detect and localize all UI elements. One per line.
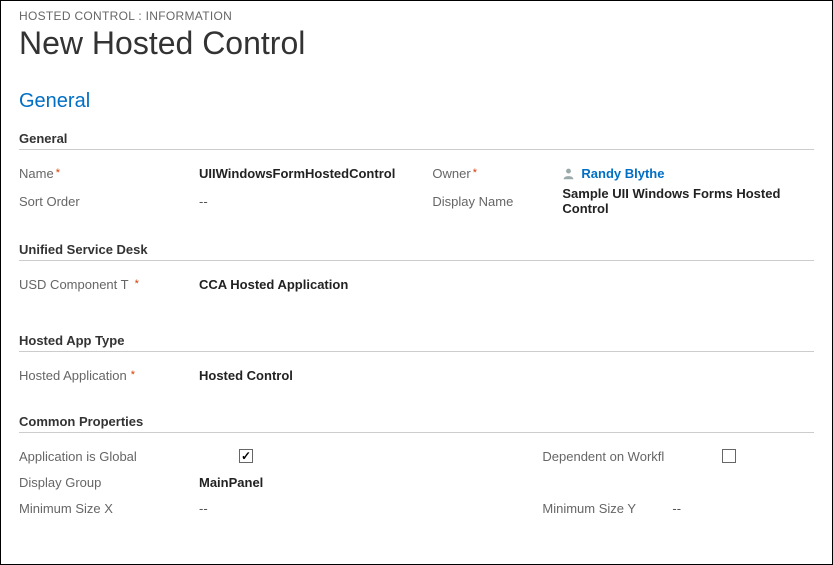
usd-component-type-label: USD Component T*: [19, 277, 199, 292]
sort-order-label: Sort Order: [19, 194, 199, 209]
min-size-y-label: Minimum Size Y: [542, 501, 672, 516]
hosted-application-field[interactable]: Hosted Control: [199, 368, 814, 383]
subsection-general: General: [19, 131, 814, 150]
display-group-field[interactable]: MainPanel: [199, 475, 814, 490]
dependent-workflow-label: Dependent on Workfl: [542, 449, 722, 464]
display-name-field[interactable]: Sample UII Windows Forms Hosted Control: [562, 186, 814, 216]
owner-label: Owner*: [432, 166, 562, 181]
display-group-label: Display Group: [19, 475, 199, 490]
app-global-label: Application is Global: [19, 449, 239, 464]
min-size-y-field[interactable]: --: [672, 501, 814, 516]
sort-order-field[interactable]: --: [199, 194, 432, 209]
dependent-workflow-checkbox[interactable]: [722, 449, 736, 463]
min-size-x-field[interactable]: --: [199, 501, 432, 516]
name-field[interactable]: UIIWindowsFormHostedControl: [199, 166, 432, 181]
subsection-hosted-app-type: Hosted App Type: [19, 333, 814, 352]
section-general-title: General: [19, 90, 814, 113]
page-title: New Hosted Control: [19, 25, 814, 62]
owner-field[interactable]: Randy Blythe: [562, 166, 814, 181]
person-icon: [562, 167, 575, 180]
min-size-x-label: Minimum Size X: [19, 501, 199, 516]
subsection-usd: Unified Service Desk: [19, 242, 814, 261]
app-global-checkbox[interactable]: [239, 449, 253, 463]
subsection-common-properties: Common Properties: [19, 414, 814, 433]
owner-link[interactable]: Randy Blythe: [581, 166, 664, 181]
breadcrumb: HOSTED CONTROL : INFORMATION: [19, 9, 814, 23]
usd-component-type-field[interactable]: CCA Hosted Application: [199, 277, 814, 292]
name-label: Name*: [19, 166, 199, 181]
hosted-application-label: Hosted Application*: [19, 368, 199, 383]
display-name-label: Display Name: [432, 186, 562, 216]
